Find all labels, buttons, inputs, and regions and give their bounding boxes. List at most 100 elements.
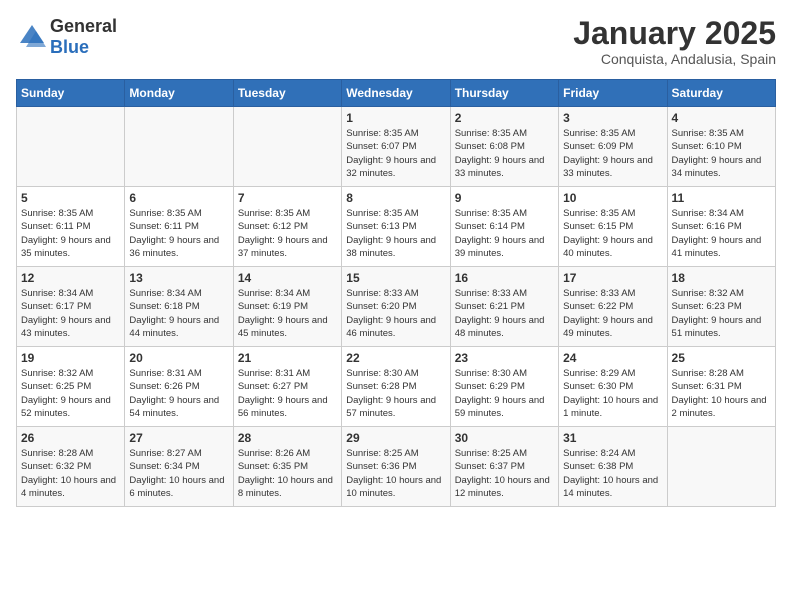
month-title: January 2025 [573,16,776,51]
day-info: Sunrise: 8:32 AMSunset: 6:25 PMDaylight:… [21,367,120,420]
calendar-cell: 31 Sunrise: 8:24 AMSunset: 6:38 PMDayligh… [559,427,667,507]
calendar-cell [233,107,341,187]
calendar-cell: 6 Sunrise: 8:35 AMSunset: 6:11 PMDaylight… [125,187,233,267]
calendar-cell: 2Sunrise: 8:35 AMSunset: 6:08 PMDaylight… [450,107,558,187]
day-number: 22 [346,351,445,365]
day-info: Sunrise: 8:26 AMSunset: 6:35 PMDaylight:… [238,447,337,500]
day-number: 4 [672,111,771,125]
day-number: 25 [672,351,771,365]
day-info: Sunrise: 8:28 AMSunset: 6:32 PMDaylight:… [21,447,120,500]
day-info: Sunrise: 8:27 AMSunset: 6:34 PMDaylight:… [129,447,228,500]
day-number: 11 [672,191,771,205]
calendar-cell: 9 Sunrise: 8:35 AMSunset: 6:14 PMDaylight… [450,187,558,267]
day-number: 13 [129,271,228,285]
day-number: 21 [238,351,337,365]
day-number: 30 [455,431,554,445]
day-info: Sunrise: 8:34 AMSunset: 6:17 PMDaylight:… [21,287,120,340]
weekday-header: Thursday [450,80,558,107]
day-info: Sunrise: 8:35 AMSunset: 6:10 PMDaylight:… [672,127,771,180]
calendar-cell: 20 Sunrise: 8:31 AMSunset: 6:26 PMDayligh… [125,347,233,427]
calendar-cell: 7 Sunrise: 8:35 AMSunset: 6:12 PMDaylight… [233,187,341,267]
weekday-header: Friday [559,80,667,107]
day-info: Sunrise: 8:35 AMSunset: 6:11 PMDaylight:… [129,207,228,260]
logo-icon [18,23,46,51]
day-number: 16 [455,271,554,285]
calendar-week-row: 19 Sunrise: 8:32 AMSunset: 6:25 PMDayligh… [17,347,776,427]
day-info: Sunrise: 8:33 AMSunset: 6:22 PMDaylight:… [563,287,662,340]
day-number: 29 [346,431,445,445]
calendar-cell: 10 Sunrise: 8:35 AMSunset: 6:15 PMDayligh… [559,187,667,267]
calendar-cell: 3Sunrise: 8:35 AMSunset: 6:09 PMDaylight… [559,107,667,187]
weekday-header: Saturday [667,80,775,107]
day-number: 7 [238,191,337,205]
calendar-cell: 5Sunrise: 8:35 AMSunset: 6:11 PMDaylight… [17,187,125,267]
day-number: 2 [455,111,554,125]
day-number: 24 [563,351,662,365]
page-header: General Blue January 2025 Conquista, And… [16,16,776,67]
calendar-cell: 12 Sunrise: 8:34 AMSunset: 6:17 PMDayligh… [17,267,125,347]
calendar-table: SundayMondayTuesdayWednesdayThursdayFrid… [16,79,776,507]
calendar-cell: 17Sunrise: 8:33 AMSunset: 6:22 PMDayligh… [559,267,667,347]
day-info: Sunrise: 8:34 AMSunset: 6:19 PMDaylight:… [238,287,337,340]
day-info: Sunrise: 8:34 AMSunset: 6:18 PMDaylight:… [129,287,228,340]
calendar-cell: 30 Sunrise: 8:25 AMSunset: 6:37 PMDayligh… [450,427,558,507]
calendar-cell: 14 Sunrise: 8:34 AMSunset: 6:19 PMDayligh… [233,267,341,347]
calendar-cell [17,107,125,187]
day-number: 20 [129,351,228,365]
calendar-cell: 18Sunrise: 8:32 AMSunset: 6:23 PMDayligh… [667,267,775,347]
weekday-header: Monday [125,80,233,107]
calendar-cell: 8 Sunrise: 8:35 AMSunset: 6:13 PMDaylight… [342,187,450,267]
day-number: 6 [129,191,228,205]
weekday-header: Wednesday [342,80,450,107]
calendar-cell: 11Sunrise: 8:34 AMSunset: 6:16 PMDayligh… [667,187,775,267]
day-info: Sunrise: 8:31 AMSunset: 6:26 PMDaylight:… [129,367,228,420]
day-number: 26 [21,431,120,445]
calendar-cell: 13 Sunrise: 8:34 AMSunset: 6:18 PMDayligh… [125,267,233,347]
calendar-cell [125,107,233,187]
day-number: 9 [455,191,554,205]
day-info: Sunrise: 8:25 AMSunset: 6:37 PMDaylight:… [455,447,554,500]
day-info: Sunrise: 8:35 AMSunset: 6:09 PMDaylight:… [563,127,662,180]
day-info: Sunrise: 8:35 AMSunset: 6:15 PMDaylight:… [563,207,662,260]
calendar-week-row: 12 Sunrise: 8:34 AMSunset: 6:17 PMDayligh… [17,267,776,347]
day-info: Sunrise: 8:25 AMSunset: 6:36 PMDaylight:… [346,447,445,500]
day-info: Sunrise: 8:28 AMSunset: 6:31 PMDaylight:… [672,367,771,420]
location: Conquista, Andalusia, Spain [573,51,776,67]
calendar-cell: 19 Sunrise: 8:32 AMSunset: 6:25 PMDayligh… [17,347,125,427]
day-info: Sunrise: 8:35 AMSunset: 6:07 PMDaylight:… [346,127,445,180]
day-info: Sunrise: 8:30 AMSunset: 6:29 PMDaylight:… [455,367,554,420]
calendar-cell: 29 Sunrise: 8:25 AMSunset: 6:36 PMDayligh… [342,427,450,507]
day-number: 5 [21,191,120,205]
calendar-cell: 25 Sunrise: 8:28 AMSunset: 6:31 PMDayligh… [667,347,775,427]
day-number: 27 [129,431,228,445]
calendar-cell: 1 Sunrise: 8:35 AMSunset: 6:07 PMDaylight… [342,107,450,187]
day-number: 10 [563,191,662,205]
day-number: 15 [346,271,445,285]
day-number: 31 [563,431,662,445]
calendar-week-row: 26 Sunrise: 8:28 AMSunset: 6:32 PMDayligh… [17,427,776,507]
calendar-cell: 4 Sunrise: 8:35 AMSunset: 6:10 PMDaylight… [667,107,775,187]
day-number: 23 [455,351,554,365]
calendar-week-row: 5 Sunrise: 8:35 AMSunset: 6:11 PMDaylight… [17,187,776,267]
day-number: 8 [346,191,445,205]
day-info: Sunrise: 8:29 AMSunset: 6:30 PMDaylight:… [563,367,662,420]
calendar-cell: 28Sunrise: 8:26 AMSunset: 6:35 PMDayligh… [233,427,341,507]
weekday-header-row: SundayMondayTuesdayWednesdayThursdayFrid… [17,80,776,107]
day-number: 12 [21,271,120,285]
calendar-cell [667,427,775,507]
day-number: 1 [346,111,445,125]
calendar-cell: 16 Sunrise: 8:33 AMSunset: 6:21 PMDayligh… [450,267,558,347]
day-info: Sunrise: 8:35 AMSunset: 6:12 PMDaylight:… [238,207,337,260]
calendar-cell: 24 Sunrise: 8:29 AMSunset: 6:30 PMDayligh… [559,347,667,427]
calendar-cell: 22Sunrise: 8:30 AMSunset: 6:28 PMDayligh… [342,347,450,427]
logo-blue: Blue [50,37,89,57]
day-info: Sunrise: 8:24 AMSunset: 6:38 PMDaylight:… [563,447,662,500]
day-info: Sunrise: 8:35 AMSunset: 6:14 PMDaylight:… [455,207,554,260]
calendar-cell: 21Sunrise: 8:31 AMSunset: 6:27 PMDayligh… [233,347,341,427]
day-info: Sunrise: 8:33 AMSunset: 6:21 PMDaylight:… [455,287,554,340]
day-number: 14 [238,271,337,285]
day-number: 19 [21,351,120,365]
day-info: Sunrise: 8:35 AMSunset: 6:13 PMDaylight:… [346,207,445,260]
day-info: Sunrise: 8:33 AMSunset: 6:20 PMDaylight:… [346,287,445,340]
calendar-week-row: 1 Sunrise: 8:35 AMSunset: 6:07 PMDaylight… [17,107,776,187]
